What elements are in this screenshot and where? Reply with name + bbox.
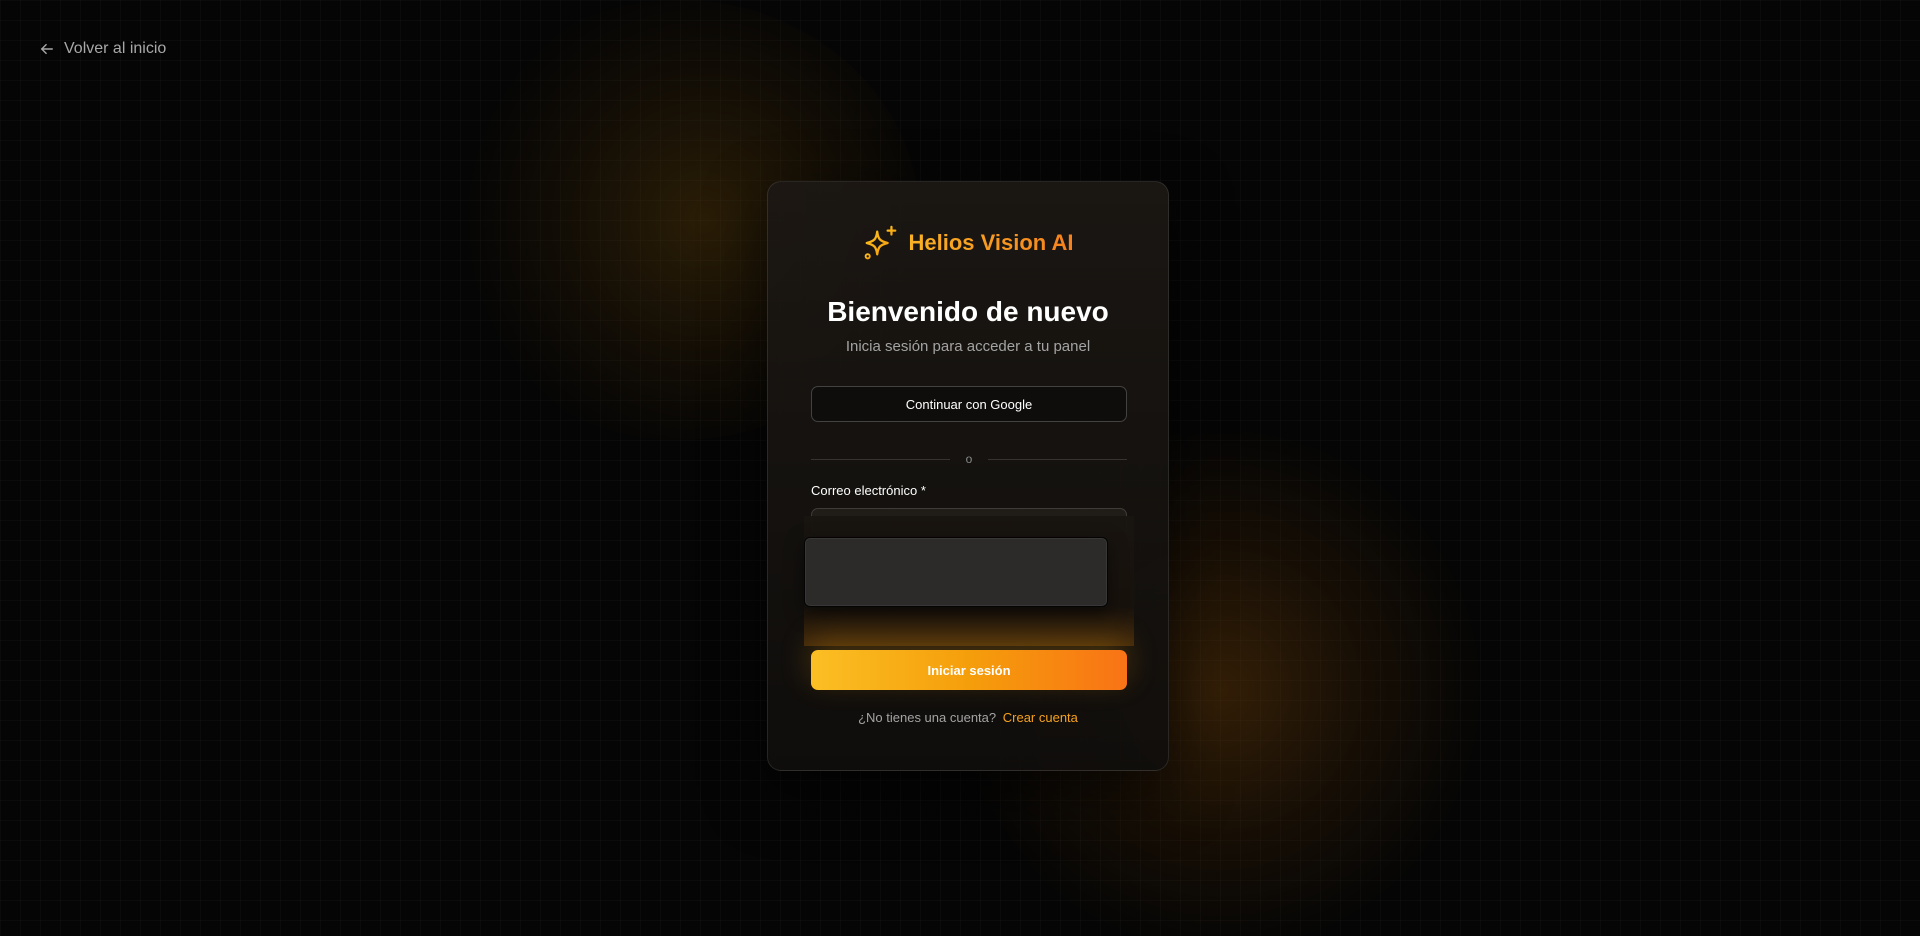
sparkles-icon xyxy=(865,225,897,260)
back-to-home-link[interactable]: Volver al inicio xyxy=(40,40,166,58)
page-subtitle: Inicia sesión para acceder a tu panel xyxy=(845,338,1091,355)
no-account-text: ¿No tienes una cuenta? xyxy=(858,710,997,725)
arrow-left-icon xyxy=(41,43,53,55)
email-label: Correo electrónico * xyxy=(811,483,926,498)
login-page: Volver al inicio Helios Vision AI Bienve… xyxy=(0,0,1920,936)
page-title: Bienvenido de nuevo xyxy=(827,296,1109,327)
login-card: Helios Vision AI Bienvenido de nuevo Ini… xyxy=(767,181,1169,771)
divider-line-right xyxy=(988,458,1127,460)
brand-name: Helios Vision AI xyxy=(908,230,1074,255)
back-link-label: Volver al inicio xyxy=(64,40,167,57)
divider-line-left xyxy=(811,458,950,460)
autofill-popup[interactable] xyxy=(804,537,1108,607)
create-account-link[interactable]: Crear cuenta xyxy=(1003,710,1078,725)
brand-logo: Helios Vision AI xyxy=(768,224,1168,262)
or-divider: o xyxy=(811,452,1127,466)
sign-in-button[interactable]: Iniciar sesión xyxy=(811,650,1127,690)
divider-label: o xyxy=(965,452,973,466)
continue-with-google-button[interactable]: Continuar con Google xyxy=(811,386,1127,422)
signup-prompt: ¿No tienes una cuenta? Crear cuenta xyxy=(768,710,1168,725)
